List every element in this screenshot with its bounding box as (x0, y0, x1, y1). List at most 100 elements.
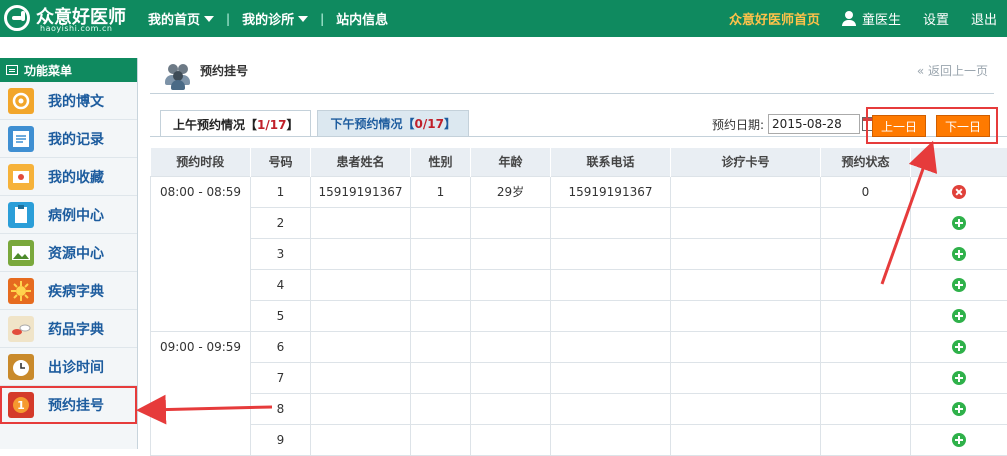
phone-cell (551, 207, 671, 238)
sidebar-item-records[interactable]: 我的记录 (0, 120, 137, 158)
logo-mark-icon (4, 5, 30, 31)
virus-icon (8, 278, 34, 304)
alarm-clock-icon (8, 354, 34, 380)
table-row: 4 (151, 269, 1007, 300)
add-icon[interactable] (952, 247, 966, 261)
status-cell (821, 269, 911, 300)
number-cell: 8 (251, 393, 311, 424)
card-cell (671, 362, 821, 393)
add-icon[interactable] (952, 371, 966, 385)
next-day-button[interactable]: 下一日 (936, 115, 990, 137)
chevron-down-icon (298, 16, 308, 22)
column-header: 预约时段 (151, 148, 251, 176)
tab-afternoon[interactable]: 下午预约情况 【0/17】 (317, 110, 468, 136)
nav-my-clinic[interactable]: 我的诊所 (242, 9, 308, 28)
tab-morning-count: 【1/17】 (245, 116, 298, 133)
pills-icon (8, 316, 34, 342)
nav-my-home[interactable]: 我的首页 (148, 9, 214, 28)
nav-messages-label: 站内信息 (336, 9, 388, 28)
age-cell (471, 393, 551, 424)
column-header (911, 148, 1007, 176)
settings-link[interactable]: 设置 (923, 9, 949, 28)
sidebar-item-label: 我的博文 (48, 91, 104, 111)
date-picker: 预约日期: (712, 114, 876, 134)
age-cell (471, 238, 551, 269)
main-nav: 我的首页 | 我的诊所 | 站内信息 (148, 0, 388, 37)
card-cell (671, 393, 821, 424)
page-title: 预约挂号 (200, 62, 248, 79)
patient-cell (311, 331, 411, 362)
favorites-icon (8, 164, 34, 190)
table-row: 09:00 - 09:59 6 (151, 331, 1007, 362)
column-header: 患者姓名 (311, 148, 411, 176)
prev-day-button[interactable]: 上一日 (872, 115, 926, 137)
site-home-link[interactable]: 众意好医师首页 (729, 9, 820, 28)
age-cell: 29岁 (471, 176, 551, 207)
patient-cell (311, 269, 411, 300)
sidebar-item-label: 出诊时间 (48, 357, 104, 377)
sidebar-item-label: 病例中心 (48, 205, 104, 225)
age-cell (471, 362, 551, 393)
action-cell (911, 176, 1007, 207)
table-row: 9 (151, 424, 1007, 455)
sidebar-item-resources[interactable]: 资源中心 (0, 234, 137, 272)
logo[interactable]: 众意好医师 haoyishi.com.cn (4, 3, 144, 33)
add-icon[interactable] (952, 278, 966, 292)
back-link[interactable]: « 返回上一页 (917, 62, 988, 79)
tab-afternoon-label: 下午预约情况 (330, 115, 402, 132)
action-cell (911, 238, 1007, 269)
user-menu[interactable]: 童医生 (842, 9, 901, 28)
blog-icon (8, 88, 34, 114)
card-cell (671, 238, 821, 269)
column-header: 年龄 (471, 148, 551, 176)
add-icon[interactable] (952, 433, 966, 447)
sidebar-item-label: 我的收藏 (48, 167, 104, 187)
column-header: 预约状态 (821, 148, 911, 176)
gender-cell (411, 207, 471, 238)
patient-cell (311, 300, 411, 331)
nav-messages[interactable]: 站内信息 (336, 9, 388, 28)
action-cell (911, 393, 1007, 424)
card-cell (671, 331, 821, 362)
column-header: 性别 (411, 148, 471, 176)
patient-cell (311, 238, 411, 269)
sidebar-header: 功能菜单 (0, 58, 137, 82)
patient-cell (311, 424, 411, 455)
sidebar-item-label: 药品字典 (48, 319, 104, 339)
delete-icon[interactable] (952, 185, 966, 199)
sidebar-item-drug-dict[interactable]: 药品字典 (0, 310, 137, 348)
add-icon[interactable] (952, 309, 966, 323)
patient-cell: 15919191367 (311, 176, 411, 207)
day-nav-highlight: 上一日 下一日 (866, 107, 998, 144)
sidebar-item-blog[interactable]: 我的博文 (0, 82, 137, 120)
phone-cell (551, 362, 671, 393)
table-header-row: 预约时段 号码 患者姓名 性别 年龄 联系电话 诊疗卡号 预约状态 (151, 148, 1007, 176)
date-label: 预约日期: (712, 116, 764, 133)
date-input[interactable] (768, 114, 860, 134)
gender-cell (411, 269, 471, 300)
action-cell (911, 207, 1007, 238)
sidebar-item-favorites[interactable]: 我的收藏 (0, 158, 137, 196)
action-cell (911, 362, 1007, 393)
page-header: 预约挂号 « 返回上一页 (150, 58, 994, 94)
add-icon[interactable] (952, 402, 966, 416)
sidebar-item-schedule[interactable]: 出诊时间 (0, 348, 137, 386)
phone-cell (551, 269, 671, 300)
add-icon[interactable] (952, 216, 966, 230)
sidebar-item-cases[interactable]: 病例中心 (0, 196, 137, 234)
nav-divider: | (320, 12, 324, 26)
column-header: 联系电话 (551, 148, 671, 176)
add-icon[interactable] (952, 340, 966, 354)
status-cell: 0 (821, 176, 911, 207)
status-cell (821, 207, 911, 238)
sidebar-item-label: 我的记录 (48, 129, 104, 149)
number-cell: 5 (251, 300, 311, 331)
svg-text:1: 1 (17, 399, 25, 412)
logout-link[interactable]: 退出 (971, 9, 997, 28)
tab-afternoon-count: 【0/17】 (403, 115, 456, 132)
tab-morning[interactable]: 上午预约情况 【1/17】 (160, 110, 311, 137)
age-cell (471, 331, 551, 362)
sidebar-item-disease-dict[interactable]: 疾病字典 (0, 272, 137, 310)
status-cell (821, 238, 911, 269)
sidebar-item-appointment[interactable]: 1 预约挂号 (0, 386, 137, 424)
